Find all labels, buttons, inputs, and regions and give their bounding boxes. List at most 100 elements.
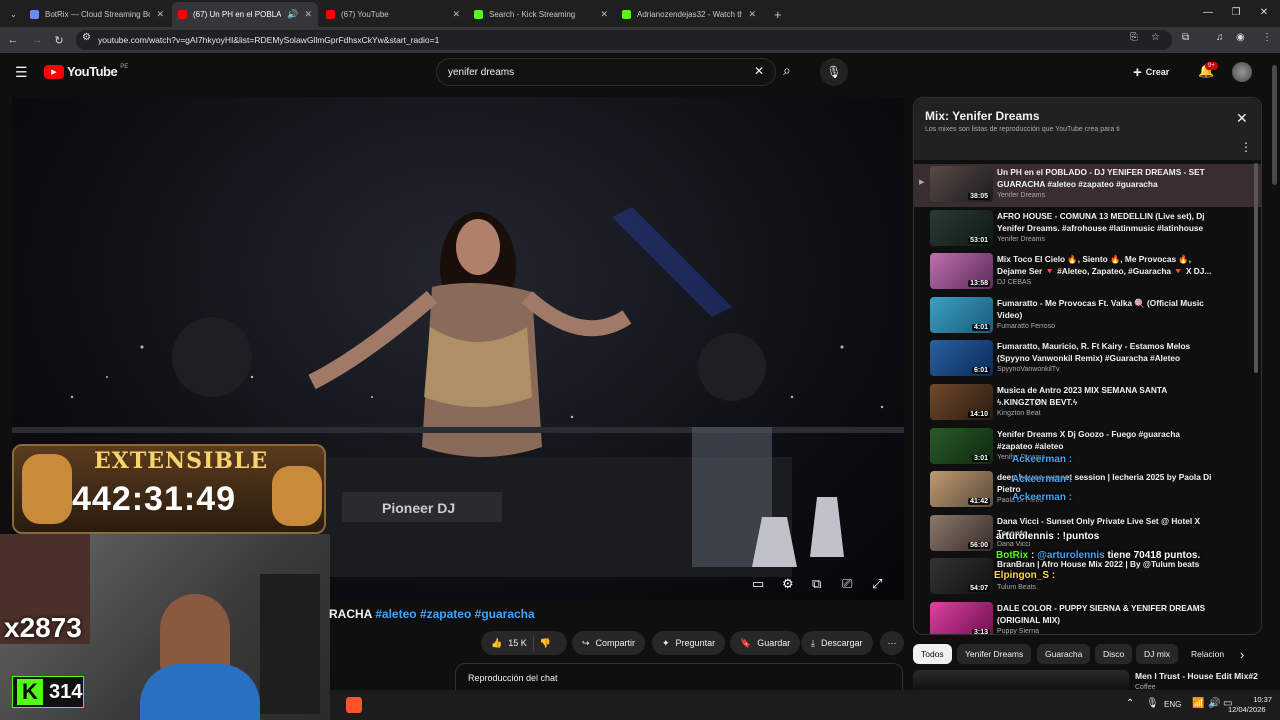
playlist-item[interactable]: 41:42 deep house sunset session | lecheri… (914, 469, 1261, 512)
playlist-item-title[interactable]: Un PH en el POBLADO - DJ YENIFER DREAMS … (997, 166, 1217, 190)
tab-kick-search[interactable]: Search - Kick Streaming ✕ (468, 2, 614, 27)
next-video-title[interactable]: Men I Trust - House Edit Mix#2 (1135, 671, 1258, 681)
like-count[interactable]: 15 K (508, 638, 527, 648)
install-icon[interactable]: ⎘ (1130, 32, 1138, 43)
playlist-scrollbar[interactable] (1254, 163, 1258, 373)
playlist-item[interactable]: 14:10 Musica de Antro 2023 MIX SEMANA SAN… (914, 382, 1261, 425)
close-icon[interactable]: ✕ (600, 9, 608, 20)
clear-search-icon[interactable]: ✕ (754, 64, 764, 78)
fullscreen-icon[interactable]: ⤢ (872, 576, 882, 592)
site-info-icon[interactable]: ⚙ (82, 32, 91, 43)
hashtag-link[interactable]: #guaracha (475, 607, 535, 621)
media-control-icon[interactable]: ♫ (1216, 32, 1224, 43)
playlist-item[interactable]: 3:01 Yenifer Dreams X Dj Goozo - Fuego #g… (914, 426, 1261, 469)
hashtag-link[interactable]: #zapateo (420, 607, 471, 621)
playlist-item[interactable]: 6:01 Fumaratto, Mauricio, R. Ft Kairy - E… (914, 338, 1261, 381)
more-actions-button[interactable]: ⋯ (880, 631, 904, 655)
playlist-item-title[interactable]: Mix Toco El Cielo 🔥, Siento 🔥, Me Provoc… (997, 253, 1217, 277)
playlist-item[interactable]: 3:13 DALE COLOR - PUPPY SIERNA & YENIFER … (914, 600, 1261, 634)
subtitles-icon[interactable]: ▭ (752, 576, 764, 592)
reload-button[interactable]: ↻ (50, 31, 68, 49)
share-button[interactable]: ↪ Compartir (572, 631, 646, 655)
chip-yenifer-dreams[interactable]: Yenifer Dreams (957, 644, 1032, 664)
minimize-button[interactable]: — (1194, 0, 1222, 24)
chip-disco[interactable]: Disco (1095, 644, 1133, 664)
chip-guaracha[interactable]: Guaracha (1037, 644, 1091, 664)
playlist-item-thumbnail[interactable]: 56:00 (930, 514, 993, 551)
mic-tray-icon[interactable]: 🎙 (1146, 698, 1159, 709)
bookmark-star-icon[interactable]: ☆ (1151, 32, 1160, 43)
close-icon[interactable]: ✕ (748, 9, 756, 20)
menu-dots-icon[interactable]: ⋮ (1262, 32, 1272, 43)
playlist-item-thumbnail[interactable]: 6:01 (930, 340, 993, 377)
download-button[interactable]: ⤓ Descargar (801, 631, 873, 655)
forward-button[interactable]: → (28, 31, 46, 49)
miniplayer-icon[interactable]: ⧉ (812, 576, 821, 592)
playlist-item-title[interactable]: AFRO HOUSE - COMUNA 13 MEDELLIN (Live se… (997, 210, 1217, 234)
tab-youtube-video[interactable]: (67) Un PH en el POBLADO 🔊 ✕ (172, 2, 318, 27)
brave-app-icon[interactable] (346, 697, 362, 713)
playlist-item-thumbnail[interactable]: 4:01 (930, 296, 993, 333)
playlist-item-thumbnail[interactable]: 3:01 (930, 427, 993, 464)
avatar[interactable] (1232, 62, 1252, 82)
save-button[interactable]: 🔖 Guardar (730, 631, 801, 655)
more-dots-icon[interactable]: ⋮ (1240, 140, 1252, 154)
close-icon[interactable]: ✕ (156, 9, 164, 20)
extensions-icon[interactable]: ⧉ (1182, 32, 1189, 43)
search-input[interactable]: yenifer dreams (436, 58, 776, 86)
playlist-item[interactable]: ▶ 38:05 Un PH en el POBLADO - DJ YENIFER D… (914, 164, 1261, 207)
playlist-item-title[interactable]: DALE COLOR - PUPPY SIERNA & YENIFER DREA… (997, 602, 1217, 626)
cast-icon[interactable]: ⎚ (842, 576, 852, 592)
restore-button[interactable]: ❐ (1222, 0, 1250, 24)
playlist-item-thumbnail[interactable]: 38:05 (930, 166, 993, 202)
settings-gear-icon[interactable]: ⚙ (782, 576, 794, 592)
playlist-item-title[interactable]: Yenifer Dreams X Dj Goozo - Fuego #guara… (997, 428, 1217, 452)
tab-youtube[interactable]: (67) YouTube ✕ (320, 2, 466, 27)
playlist-item-thumbnail[interactable]: 3:13 (930, 602, 993, 634)
next-video-thumbnail[interactable] (913, 670, 1129, 690)
hashtag-link[interactable]: #aleteo (375, 607, 416, 621)
dislike-icon[interactable]: 👎 (540, 638, 551, 649)
youtube-logo[interactable]: ▶ YouTube PE (44, 64, 128, 79)
back-button[interactable]: ← (4, 31, 22, 49)
window-close-button[interactable]: ✕ (1250, 0, 1278, 24)
playlist-item-title[interactable]: Fumaratto - Me Provocas Ft. Valka 🍭 (Off… (997, 297, 1217, 321)
wifi-icon[interactable]: 📶 (1192, 698, 1204, 709)
chip-dj-mix[interactable]: DJ mix (1136, 644, 1178, 664)
playlist-item[interactable]: 13:58 Mix Toco El Cielo 🔥, Siento 🔥, Me P… (914, 251, 1261, 294)
page-scrollbar[interactable] (1269, 55, 1280, 690)
playlist-item-thumbnail[interactable]: 54:07 (930, 558, 993, 595)
close-icon[interactable]: ✕ (304, 9, 312, 20)
playlist-item[interactable]: 4:01 Fumaratto - Me Provocas Ft. Valka 🍭 … (914, 295, 1261, 338)
playlist-item-thumbnail[interactable]: 14:10 (930, 384, 993, 420)
new-tab-button[interactable]: + (768, 2, 788, 27)
playlist-item-thumbnail[interactable]: 13:58 (930, 253, 993, 290)
chevron-right-icon[interactable]: › (1240, 647, 1244, 662)
close-icon[interactable]: ✕ (1236, 110, 1248, 127)
chip-relacionados[interactable]: Relacion (1183, 644, 1232, 664)
speaker-icon[interactable]: 🔊 (287, 9, 298, 20)
playlist-item-thumbnail[interactable]: 53:01 (930, 209, 993, 246)
voice-search-icon[interactable]: 🎙 (820, 58, 848, 86)
tab-search-button[interactable]: ⌄ (4, 2, 22, 27)
playlist-item-thumbnail[interactable]: 41:42 (930, 471, 993, 508)
page-scroll-thumb[interactable] (1272, 65, 1277, 185)
close-icon[interactable]: ✕ (452, 9, 460, 20)
create-button[interactable]: + Crear (1133, 62, 1169, 82)
profile-icon[interactable]: ◉ (1236, 32, 1245, 43)
playlist-item-title[interactable]: Fumaratto, Mauricio, R. Ft Kairy - Estam… (997, 340, 1217, 364)
like-icon[interactable]: 👍 (491, 638, 502, 649)
tab-botrix[interactable]: BotRix — Cloud Streaming Bot ✕ (24, 2, 170, 27)
chip-todos[interactable]: Todos (913, 644, 952, 664)
playlist-item[interactable]: 53:01 AFRO HOUSE - COMUNA 13 MEDELLIN (Li… (914, 208, 1261, 251)
playlist-item[interactable]: 54:07 BranBran | Afro House Mix 2022 | By… (914, 556, 1261, 599)
hamburger-menu-icon[interactable]: ☰ (15, 64, 28, 81)
playlist-item-title[interactable]: Musica de Antro 2023 MIX SEMANA SANTA ϟ.… (997, 384, 1217, 408)
ask-button[interactable]: ✦ Preguntar (652, 631, 726, 655)
volume-icon[interactable]: 🔊 (1208, 698, 1220, 709)
chat-replay-bar[interactable]: Reproducción del chat (455, 663, 903, 691)
chevron-up-icon[interactable]: ⌃ (1126, 698, 1134, 709)
address-bar[interactable]: youtube.com/watch?v=gAI7hkyoyHI&list=RDE… (76, 30, 1172, 50)
tab-kick-channel[interactable]: Adrianozendejas32 - Watch the ✕ (616, 2, 762, 27)
search-icon[interactable]: ⌕ (783, 62, 791, 79)
